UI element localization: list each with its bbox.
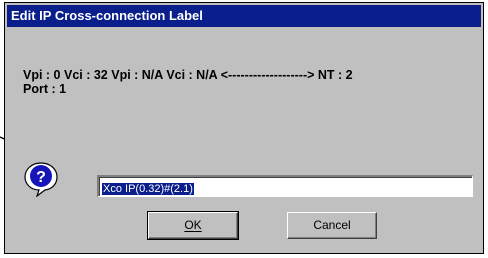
connection-info: Vpi : 0 Vci : 32 Vpi : N/A Vci : N/A <--…: [23, 68, 478, 96]
label-input-selected-text[interactable]: Xco IP(0.32)#(2.1): [102, 183, 194, 195]
svg-text:?: ?: [36, 169, 46, 186]
connection-info-line1: Vpi : 0 Vci : 32 Vpi : N/A Vci : N/A <--…: [23, 68, 353, 82]
ok-button-label: OK: [184, 218, 202, 232]
ok-button[interactable]: OK: [147, 211, 239, 240]
label-input[interactable]: Xco IP(0.32)#(2.1): [97, 175, 473, 197]
cancel-button[interactable]: Cancel: [287, 212, 377, 239]
dialog-title[interactable]: Edit IP Cross-connection Label: [7, 5, 481, 27]
question-icon: ?: [24, 162, 58, 197]
edit-label-dialog: Edit IP Cross-connection Label Vpi : 0 V…: [4, 2, 484, 254]
connection-info-line2: Port : 1: [23, 82, 67, 96]
cancel-button-label: Cancel: [313, 218, 351, 232]
